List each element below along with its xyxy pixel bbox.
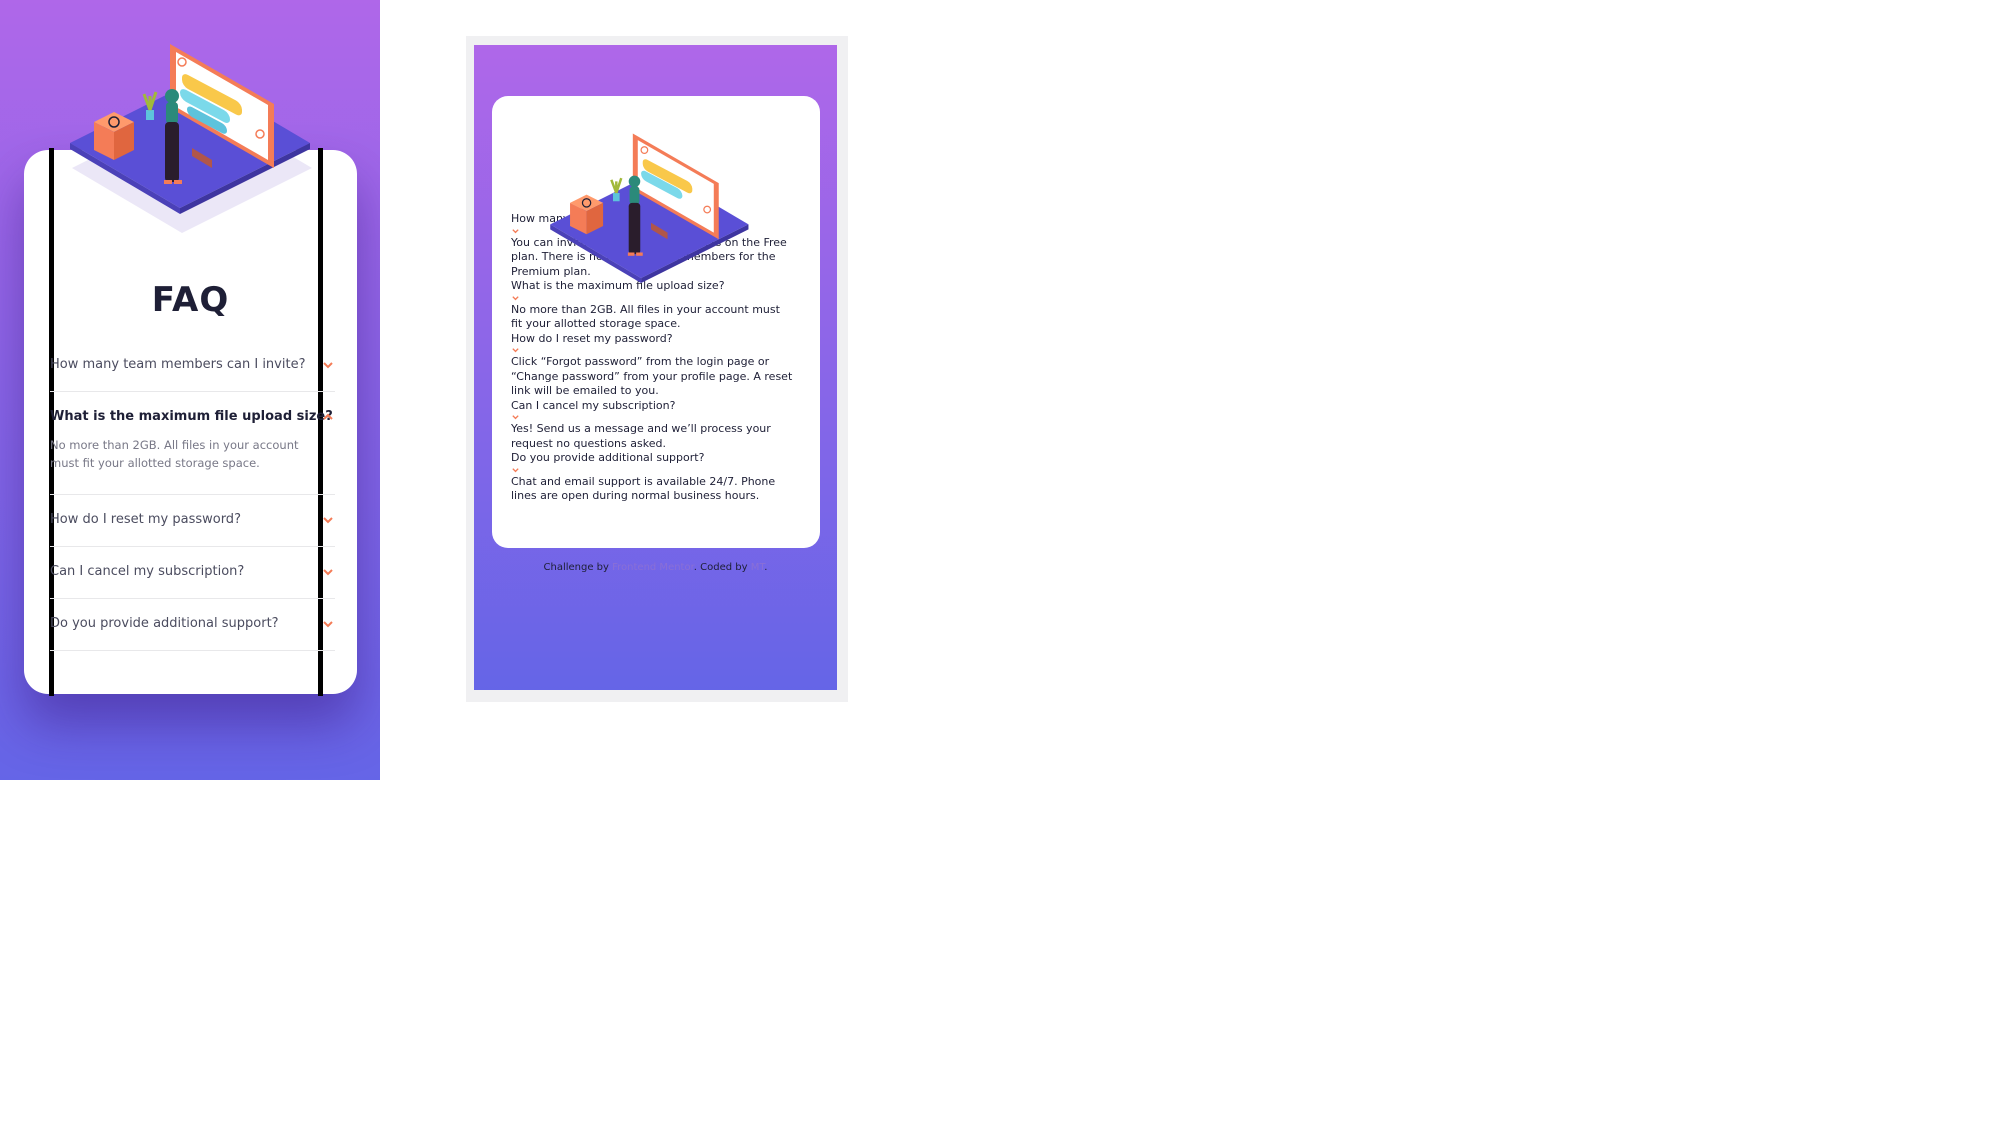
chevron-up-icon[interactable]	[321, 410, 335, 424]
chevron-down-icon[interactable]	[321, 617, 335, 631]
footer-text: . Coded by	[693, 562, 751, 573]
faq-item: Can I cancel my subscription? Yes! Send …	[511, 399, 793, 452]
accordion-question[interactable]: What is the maximum file upload size?	[50, 392, 335, 436]
chevron-down-icon[interactable]	[511, 346, 520, 355]
faq-mobile-view: FAQ How many team members can I invite? …	[0, 0, 380, 780]
accordion-answer: No more than 2GB. All files in your acco…	[50, 438, 299, 470]
accordion-question[interactable]: Do you provide additional support?	[50, 599, 335, 650]
faq-item: Do you provide additional support? Chat …	[511, 451, 793, 504]
woman-online-illustration-icon	[70, 44, 312, 233]
accordion-item[interactable]: Can I cancel my subscription?	[50, 547, 335, 599]
faq-answer: Chat and email support is available 24/7…	[511, 474, 776, 503]
accordion-item[interactable]: How many team members can I invite?	[50, 340, 335, 392]
author-link[interactable]: MT	[751, 562, 765, 573]
frontend-mentor-link[interactable]: Frontend Mentor	[612, 562, 694, 573]
accordion-item[interactable]: What is the maximum file upload size? No…	[50, 392, 335, 495]
chevron-down-icon[interactable]	[321, 565, 335, 579]
accordion-question[interactable]: How do I reset my password?	[50, 495, 335, 546]
faq-answer: Click “Forgot password” from the login p…	[511, 355, 793, 397]
accordion-item[interactable]: Do you provide additional support?	[50, 599, 335, 651]
faq-accordion: How many team members can I invite? What…	[50, 340, 335, 651]
chevron-down-icon[interactable]	[511, 294, 520, 303]
chevron-down-icon[interactable]	[511, 227, 520, 236]
faq-answer: Yes! Send us a message and we’ll process…	[511, 422, 771, 450]
footer-text: Challenge by	[543, 562, 613, 573]
chevron-down-icon[interactable]	[321, 358, 335, 372]
chevron-down-icon[interactable]	[511, 466, 520, 475]
attribution-footer: Challenge by Frontend Mentor. Coded by M…	[474, 562, 837, 573]
faq-question[interactable]: Do you provide additional support?	[511, 451, 793, 466]
page-title: FAQ	[151, 280, 230, 320]
accordion-question[interactable]: How many team members can I invite?	[50, 340, 335, 391]
faq-preview-view: How many team members can I invite? You …	[474, 45, 837, 690]
chevron-down-icon[interactable]	[511, 413, 520, 422]
chevron-down-icon[interactable]	[321, 513, 335, 527]
accordion-question[interactable]: Can I cancel my subscription?	[50, 547, 335, 598]
faq-question[interactable]: How do I reset my password?	[511, 332, 793, 347]
faq-question[interactable]: Can I cancel my subscription?	[511, 399, 793, 414]
faq-item: How do I reset my password? Click “Forgo…	[511, 332, 793, 399]
woman-online-illustration-icon	[550, 133, 749, 284]
footer-text: .	[764, 562, 768, 573]
accordion-item[interactable]: How do I reset my password?	[50, 495, 335, 547]
